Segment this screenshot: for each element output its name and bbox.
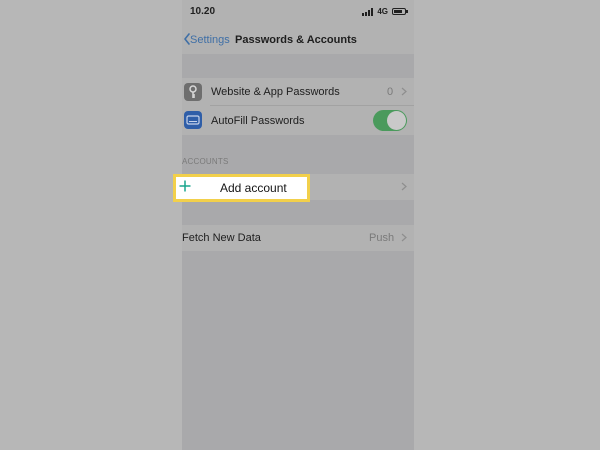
add-account-button[interactable]: Add account — [173, 174, 310, 202]
page-title: Passwords & Accounts — [235, 34, 357, 46]
website-app-passwords-label: Website & App Passwords — [211, 86, 340, 98]
chevron-right-icon — [401, 182, 407, 191]
status-bar: 10.20 4G — [182, 0, 414, 24]
autofill-icon — [184, 111, 202, 129]
fetch-mode-value: Push — [369, 232, 395, 244]
key-icon — [184, 83, 202, 101]
chevron-right-icon — [401, 87, 407, 96]
autofill-toggle[interactable] — [373, 110, 407, 131]
phone-screen: 10.20 4G Settings Passwords & Accounts W… — [182, 0, 414, 450]
fetch-new-data-label: Fetch New Data — [182, 232, 261, 244]
toggle-knob — [387, 111, 406, 130]
autofill-passwords-label: AutoFill Passwords — [211, 115, 305, 127]
accounts-section-header: ACCOUNTS — [182, 157, 229, 166]
row-divider — [210, 105, 414, 106]
chevron-right-icon — [401, 233, 407, 242]
cellular-signal-icon — [362, 7, 374, 16]
plus-icon — [179, 180, 191, 192]
status-time: 10.20 — [190, 6, 216, 17]
navigation-bar: Settings Passwords & Accounts — [182, 24, 414, 54]
status-indicators: 4G — [362, 7, 408, 16]
network-type: 4G — [377, 7, 388, 16]
add-account-label: Add account — [220, 181, 287, 195]
battery-icon — [392, 8, 408, 15]
password-count: 0 — [387, 86, 394, 98]
back-button[interactable]: Settings — [190, 34, 230, 46]
